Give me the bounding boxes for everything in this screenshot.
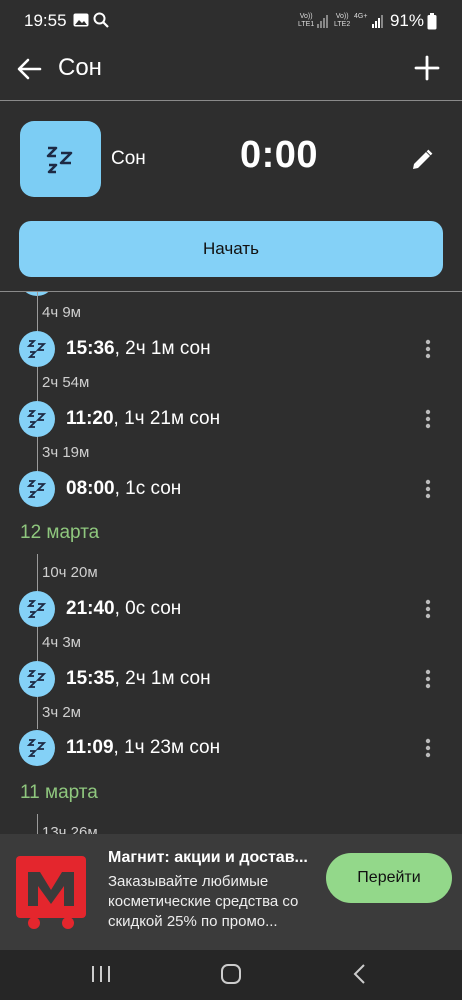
signal-icon-2: [372, 15, 383, 28]
date-header: 11 марта: [20, 782, 98, 803]
activity-name: Сон: [111, 148, 146, 169]
timeline-line: [37, 814, 38, 834]
ad-cta-button[interactable]: Перейти: [326, 853, 452, 903]
ad-banner[interactable]: Магнит: акции и достав... Заказывайте лю…: [0, 834, 462, 950]
status-bar: 19:55 Vo)) LTE1 Vo)) LTE2 4G+ 91%: [0, 0, 462, 42]
activity-icon-tile[interactable]: [20, 121, 101, 197]
magnit-logo-icon: [16, 856, 86, 929]
gap-duration: 4ч 3м: [42, 634, 81, 651]
timeline-line: [37, 292, 38, 488]
sleep-zzz-icon: [19, 661, 55, 697]
more-vert-icon[interactable]: [418, 331, 438, 367]
more-vert-icon[interactable]: [418, 401, 438, 437]
battery-percent: 91%: [389, 11, 424, 30]
entry-text: 11:20, 1ч 21м сон: [66, 408, 221, 429]
signal-icon: [317, 15, 328, 28]
sim2-label: Vo)) LTE2: [334, 13, 351, 28]
gap-duration: 13ч 26м: [42, 824, 98, 834]
date-header: 12 марта: [20, 522, 100, 543]
entry-text: 08:00, 1с сон: [66, 478, 182, 499]
entry-text: 15:36, 2ч 1м сон: [66, 338, 211, 359]
timeline-entry[interactable]: 15:36, 2ч 1м сон: [0, 329, 462, 373]
more-vert-icon[interactable]: [418, 661, 438, 697]
more-vert-icon[interactable]: [418, 730, 438, 766]
sleep-timeline[interactable]: 4ч 9м 15:36, 2ч 1м сон 2ч 54м 11:20, 1ч …: [0, 292, 462, 834]
ad-title: Магнит: акции и достав...: [108, 849, 308, 866]
timeline-entry[interactable]: 15:35, 2ч 1м сон: [0, 659, 462, 703]
timeline-entry[interactable]: 08:00, 1с сон: [0, 469, 462, 513]
system-nav-bar: [0, 950, 462, 1000]
add-icon[interactable]: [414, 55, 440, 81]
sleep-zzz-icon: [19, 591, 55, 627]
network-type: 4G+: [354, 13, 368, 20]
page-title: Сон: [58, 54, 102, 81]
sim1-label: Vo)) LTE1: [298, 13, 315, 28]
gap-duration: 4ч 9м: [42, 304, 81, 321]
sleep-zzz-icon: [19, 471, 55, 507]
gallery-icon: [73, 13, 89, 27]
more-vert-icon[interactable]: [418, 471, 438, 507]
entry-text: 11:09, 1ч 23м сон: [66, 737, 221, 758]
back-nav-icon[interactable]: [352, 963, 368, 985]
recent-apps-icon[interactable]: [90, 964, 112, 984]
gap-duration: 3ч 2м: [42, 704, 81, 721]
timeline-entry[interactable]: 11:09, 1ч 23м сон: [0, 728, 462, 772]
timeline-entry[interactable]: 21:40, 0с сон: [0, 589, 462, 633]
more-vert-icon[interactable]: [418, 591, 438, 627]
sleep-zzz-icon: [19, 401, 55, 437]
timeline-entry[interactable]: 11:20, 1ч 21м сон: [0, 399, 462, 443]
gap-duration: 3ч 19м: [42, 444, 90, 461]
entry-text: 21:40, 0с сон: [66, 598, 182, 619]
sleep-zzz-icon: [19, 331, 55, 367]
gap-duration: 2ч 54м: [42, 374, 90, 391]
status-time: 19:55: [24, 11, 67, 30]
timer-display: 0:00: [240, 134, 319, 176]
app-bar: Сон: [0, 42, 462, 101]
edit-pencil-icon[interactable]: [411, 149, 433, 171]
sleep-zzz-icon: [46, 146, 73, 174]
battery-icon: [427, 13, 437, 30]
sleep-zzz-icon: [19, 730, 55, 766]
home-icon[interactable]: [220, 963, 242, 985]
start-button[interactable]: Начать: [19, 221, 443, 277]
search-status-icon: [93, 12, 109, 28]
entry-text: 15:35, 2ч 1м сон: [66, 668, 211, 689]
back-arrow-icon[interactable]: [16, 56, 42, 82]
gap-duration: 10ч 20м: [42, 564, 98, 581]
ad-body: Заказывайте любимые косметические средст…: [108, 873, 299, 930]
